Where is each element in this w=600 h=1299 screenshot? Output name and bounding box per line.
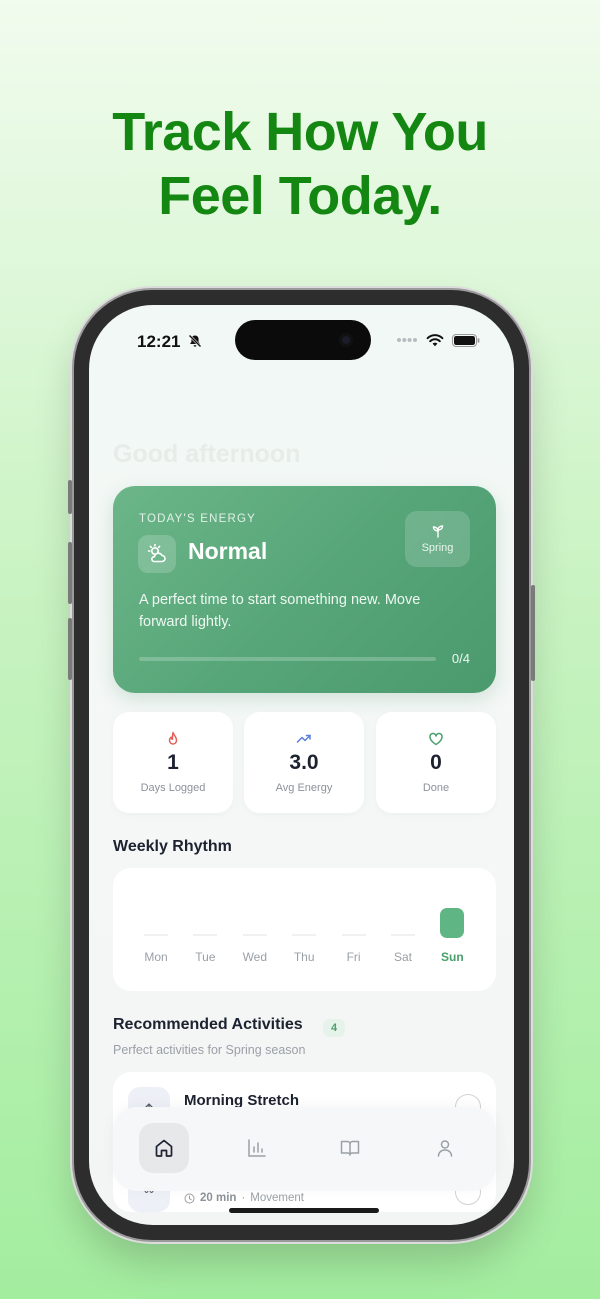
day-column-wed[interactable]: Wed (230, 868, 280, 991)
clock-icon (184, 1193, 195, 1203)
day-label: Mon (144, 950, 168, 964)
recommended-subtitle: Perfect activities for Spring season (113, 1043, 306, 1057)
energy-progress-count: 0/4 (451, 651, 470, 666)
home-indicator[interactable] (229, 1208, 379, 1213)
day-column-fri[interactable]: Fri (329, 868, 379, 991)
status-time: 12:21 (137, 332, 202, 352)
status-icons (396, 333, 480, 347)
phone-volume-down (68, 618, 72, 680)
recommended-title: Recommended Activities (113, 1016, 303, 1033)
day-column-sun[interactable]: Sun (427, 868, 477, 991)
day-label: Sat (393, 950, 412, 964)
bell-muted-icon (188, 334, 202, 348)
sprout-icon (432, 525, 443, 538)
season-button[interactable]: Spring (405, 511, 470, 567)
sun-cloud-icon (147, 543, 166, 563)
phone-screen: 12:21 Good afternoon TODAY'S ENERGY Norm… (89, 305, 514, 1225)
energy-icon-box (138, 535, 176, 573)
stat-label: Avg Energy (275, 782, 333, 794)
day-empty-bar (242, 934, 267, 936)
day-column-thu[interactable]: Thu (279, 868, 329, 991)
day-empty-bar (193, 934, 218, 936)
energy-card[interactable]: TODAY'S ENERGY Normal Spring A perfect t… (113, 486, 496, 693)
day-label: Wed (242, 950, 268, 964)
battery-icon (452, 333, 480, 347)
headline-line-1: Track How You (112, 102, 488, 162)
weekly-rhythm-chart: Mon Tue Wed Thu Fri Sat Sun (113, 868, 496, 991)
day-bar (440, 908, 465, 938)
day-column-tue[interactable]: Tue (180, 868, 230, 991)
tab-home[interactable] (139, 1123, 189, 1173)
energy-label: TODAY'S ENERGY (139, 513, 256, 525)
stat-label: Done (422, 782, 450, 794)
greeting-text: Good afternoon (113, 440, 301, 468)
activity-category: Movement (250, 1192, 304, 1204)
book-icon (340, 1140, 360, 1156)
home-icon (155, 1139, 173, 1157)
phone-volume-up (68, 542, 72, 604)
tab-bar (113, 1107, 496, 1191)
flame-icon (168, 731, 178, 745)
day-label: Tue (195, 950, 216, 964)
phone-action-button (68, 480, 72, 514)
headline: Track How You Feel Today. (0, 100, 600, 228)
profile-icon (437, 1140, 453, 1157)
day-empty-bar (292, 934, 317, 936)
day-empty-bar (341, 934, 366, 936)
stat-label: Days Logged (140, 782, 206, 794)
day-empty-bar (391, 934, 415, 936)
energy-progress-bar (139, 657, 436, 661)
tab-journal[interactable] (325, 1123, 375, 1173)
camera-icon (339, 333, 353, 347)
stat-avg-energy[interactable]: 3.0 Avg Energy (244, 712, 364, 813)
energy-level: Normal (188, 538, 268, 564)
stat-days-logged[interactable]: 1 Days Logged (113, 712, 233, 813)
stat-value: 0 (430, 751, 442, 774)
signal-dots-icon (397, 338, 417, 342)
recommended-count-badge: 4 (323, 1019, 345, 1037)
meta-separator: · (241, 1192, 246, 1204)
season-label: Spring (421, 542, 454, 554)
tab-profile[interactable] (420, 1123, 470, 1173)
day-label: Thu (293, 950, 315, 964)
activity-meta: 20 min · Movement (184, 1192, 304, 1204)
day-empty-bar (144, 934, 168, 936)
headline-line-2: Feel Today. (158, 166, 442, 226)
phone-power-button (531, 585, 535, 681)
phone-frame: 12:21 Good afternoon TODAY'S ENERGY Norm… (68, 290, 535, 1240)
wifi-icon (426, 334, 444, 347)
day-label: Sun (441, 950, 464, 964)
heart-icon (429, 732, 443, 746)
energy-description: A perfect time to start something new. M… (139, 592, 421, 630)
stat-done[interactable]: 0 Done (376, 712, 496, 813)
day-column-mon[interactable]: Mon (131, 868, 181, 991)
weekly-rhythm-title: Weekly Rhythm (113, 838, 232, 855)
day-label: Fri (346, 950, 361, 964)
activity-duration: 20 min (200, 1192, 237, 1204)
stat-value: 1 (167, 751, 179, 774)
trend-up-icon (296, 734, 311, 743)
chart-icon (248, 1139, 266, 1157)
tab-stats[interactable] (232, 1123, 282, 1173)
dynamic-island (235, 320, 371, 360)
stat-value: 3.0 (289, 751, 319, 774)
day-column-sat[interactable]: Sat (378, 868, 428, 991)
